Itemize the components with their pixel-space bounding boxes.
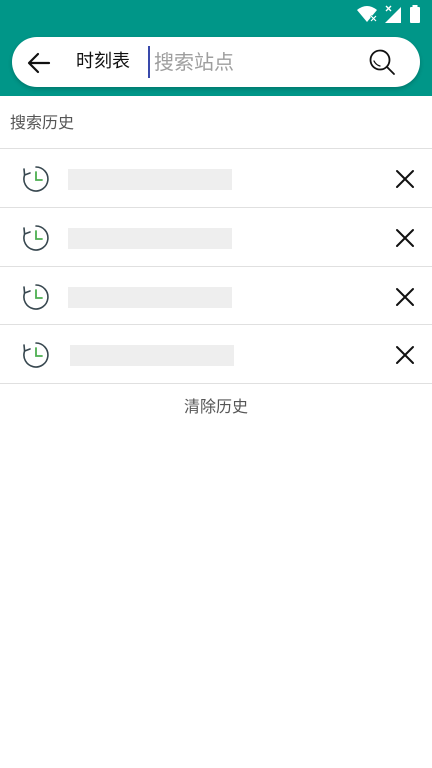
close-icon[interactable] — [393, 167, 417, 191]
page-title: 时刻表 — [76, 51, 130, 72]
history-section-label: 搜索历史 — [10, 113, 75, 132]
search-box: 时刻表 — [12, 37, 420, 87]
top-bar: 时刻表 — [0, 0, 432, 96]
history-item-text — [68, 228, 232, 249]
close-icon[interactable] — [393, 343, 417, 367]
history-item-text — [70, 345, 234, 366]
close-icon[interactable] — [393, 285, 417, 309]
back-arrow-icon[interactable] — [26, 50, 52, 76]
history-item[interactable] — [0, 267, 432, 325]
clock-history-icon — [23, 284, 49, 310]
history-item[interactable] — [0, 208, 432, 266]
clock-history-icon — [23, 166, 49, 192]
history-item[interactable] — [0, 149, 432, 207]
search-icon[interactable] — [368, 48, 396, 76]
battery-icon — [410, 5, 420, 23]
clock-history-icon — [23, 342, 49, 368]
status-bar — [0, 0, 432, 30]
app-root: 时刻表 搜索历史 — [0, 0, 432, 768]
clear-history-button[interactable]: 清除历史 — [0, 394, 432, 420]
history-item-text — [68, 287, 232, 308]
divider — [0, 383, 432, 384]
close-icon[interactable] — [393, 226, 417, 250]
history-item[interactable] — [0, 325, 432, 383]
clock-history-icon — [23, 225, 49, 251]
history-item-text — [68, 169, 232, 190]
signal-icon — [385, 5, 401, 23]
wifi-icon — [357, 6, 377, 22]
search-input[interactable] — [148, 46, 364, 78]
